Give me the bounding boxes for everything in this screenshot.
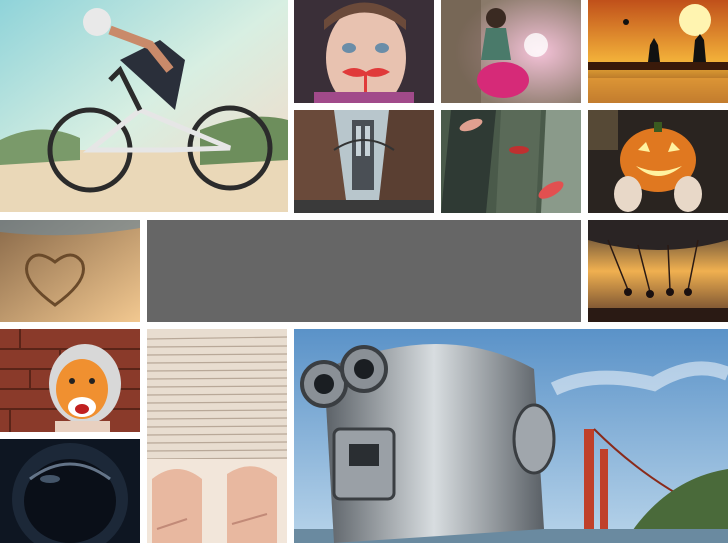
photo-binoculars[interactable] [294,329,728,543]
jack-o-lantern-icon [588,110,728,213]
gray-panel [147,220,581,322]
girl-with-mustache-prop-icon [294,0,434,103]
manhattan-bridge-street-icon [294,110,434,213]
photo-heart-sand[interactable] [0,220,140,322]
photo-astronaut[interactable] [0,439,140,543]
photo-cyclist[interactable] [0,0,288,212]
stack-of-papers-icon [147,329,287,543]
photo-pumpkin[interactable] [588,110,728,213]
photo-sunset-soccer[interactable] [588,0,728,103]
bike-rider-icon [0,0,288,212]
photo-scooter-girl[interactable] [441,0,581,103]
beach-sunset-soccer-icon [588,0,728,103]
carnival-swing-ride-icon [588,220,728,322]
photo-bridge-street[interactable] [294,110,434,213]
photo-girl-mustache[interactable] [294,0,434,103]
woman-on-scooter-icon [441,0,581,103]
photo-tiger-face[interactable] [0,329,140,432]
astronaut-helmet-icon [0,439,140,543]
heart-in-sand-icon [0,220,140,322]
photo-swing-ride[interactable] [588,220,728,322]
photo-skateboards[interactable] [441,110,581,213]
tiger-face-paint-icon [0,329,140,432]
skateboard-decks-icon [441,110,581,213]
photo-paper-stack[interactable] [147,329,287,543]
coin-binoculars-golden-gate-icon [294,329,728,543]
